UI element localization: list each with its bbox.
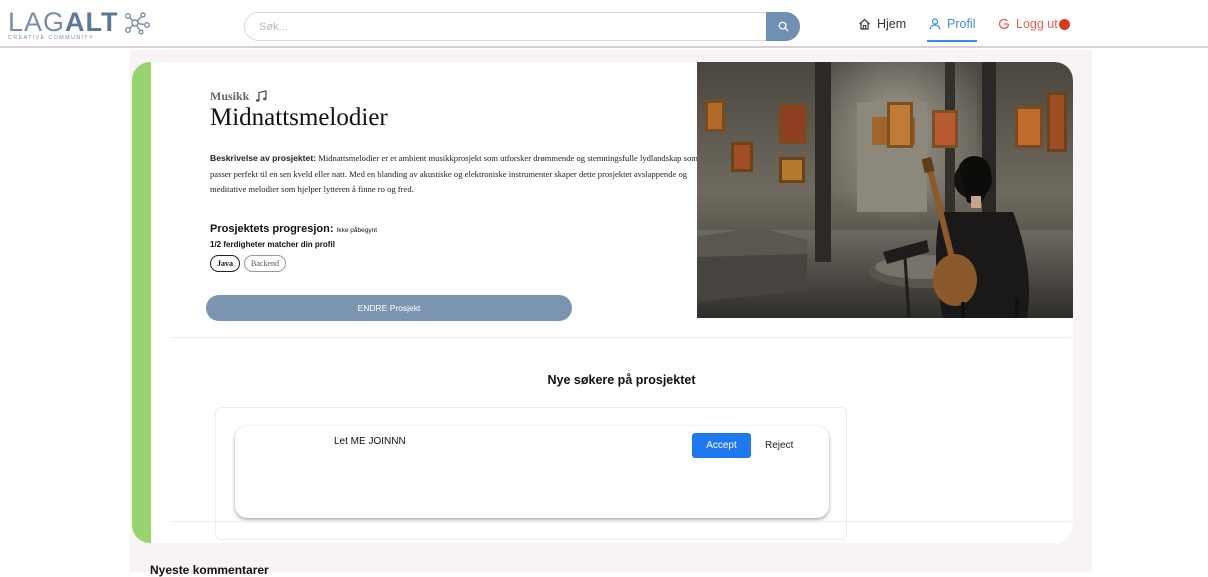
google-g-icon — [998, 18, 1010, 30]
logo-wordmark: LAGALT — [8, 7, 119, 37]
project-title: Midnattsmelodier — [210, 104, 388, 131]
description-label: Beskrivelse av prosjektet: — [210, 153, 317, 163]
nav-home[interactable]: Hjem — [858, 17, 906, 31]
home-icon — [859, 18, 870, 30]
applicant-card: Let ME JOINNN Accept Reject — [235, 426, 829, 518]
user-icon — [929, 18, 941, 30]
skills-match: 1/2 ferdigheter matcher din profil — [210, 240, 335, 249]
accept-button[interactable]: Accept — [692, 433, 751, 458]
nav-logout[interactable]: Logg ut — [998, 17, 1070, 31]
gallery-guitarist-image — [697, 62, 1073, 318]
section-divider — [171, 337, 1073, 338]
network-nodes-icon — [124, 12, 150, 35]
progress-label: Prosjektets progresjon: — [210, 223, 334, 235]
progress-status: Ikke påbegynt — [336, 227, 378, 234]
skill-tag-backend: Backend — [244, 255, 286, 272]
project-progress: Prosjektets progresjon: Ikke påbegynt — [210, 223, 377, 235]
section-divider-bottom — [171, 521, 1073, 522]
project-description: Beskrivelse av prosjektet: Midnattsmelod… — [210, 151, 698, 198]
search-button[interactable] — [766, 12, 800, 41]
category-label: Musikk — [210, 89, 250, 103]
project-card: Musikk Midnattsmelodier Beskrivelse av p… — [132, 62, 1073, 543]
lagalt-logo[interactable]: LAGALT CREATIVE COMMUNITY — [8, 7, 153, 41]
applicant-message: Let ME JOINNN — [334, 436, 406, 447]
nav-logout-label: Logg ut — [1016, 17, 1058, 31]
logo-subtitle: CREATIVE COMMUNITY — [8, 35, 94, 41]
search-icon — [778, 21, 788, 32]
comments-heading: Nyeste kommentarer — [150, 563, 269, 577]
music-note-icon — [256, 90, 268, 102]
project-category: Musikk — [210, 89, 268, 104]
nav-home-label: Hjem — [877, 17, 907, 31]
top-navbar: LAGALT CREATIVE COMMUNITY Søk... Hjem Pr… — [0, 0, 1208, 48]
reject-button[interactable]: Reject — [765, 433, 793, 458]
project-image — [697, 62, 1073, 318]
search-bar — [244, 12, 800, 41]
nav-profile[interactable]: Profil — [926, 17, 978, 42]
applicants-heading: Nye søkere på prosjektet — [547, 373, 696, 387]
skill-tag-java: Java — [210, 255, 240, 272]
skill-tags: Java Backend — [210, 255, 286, 272]
search-input[interactable] — [259, 19, 759, 35]
user-avatar — [1058, 18, 1070, 30]
nav-profile-label: Profil — [947, 17, 976, 31]
edit-project-button[interactable]: ENDRE Prosjekt — [206, 295, 572, 321]
